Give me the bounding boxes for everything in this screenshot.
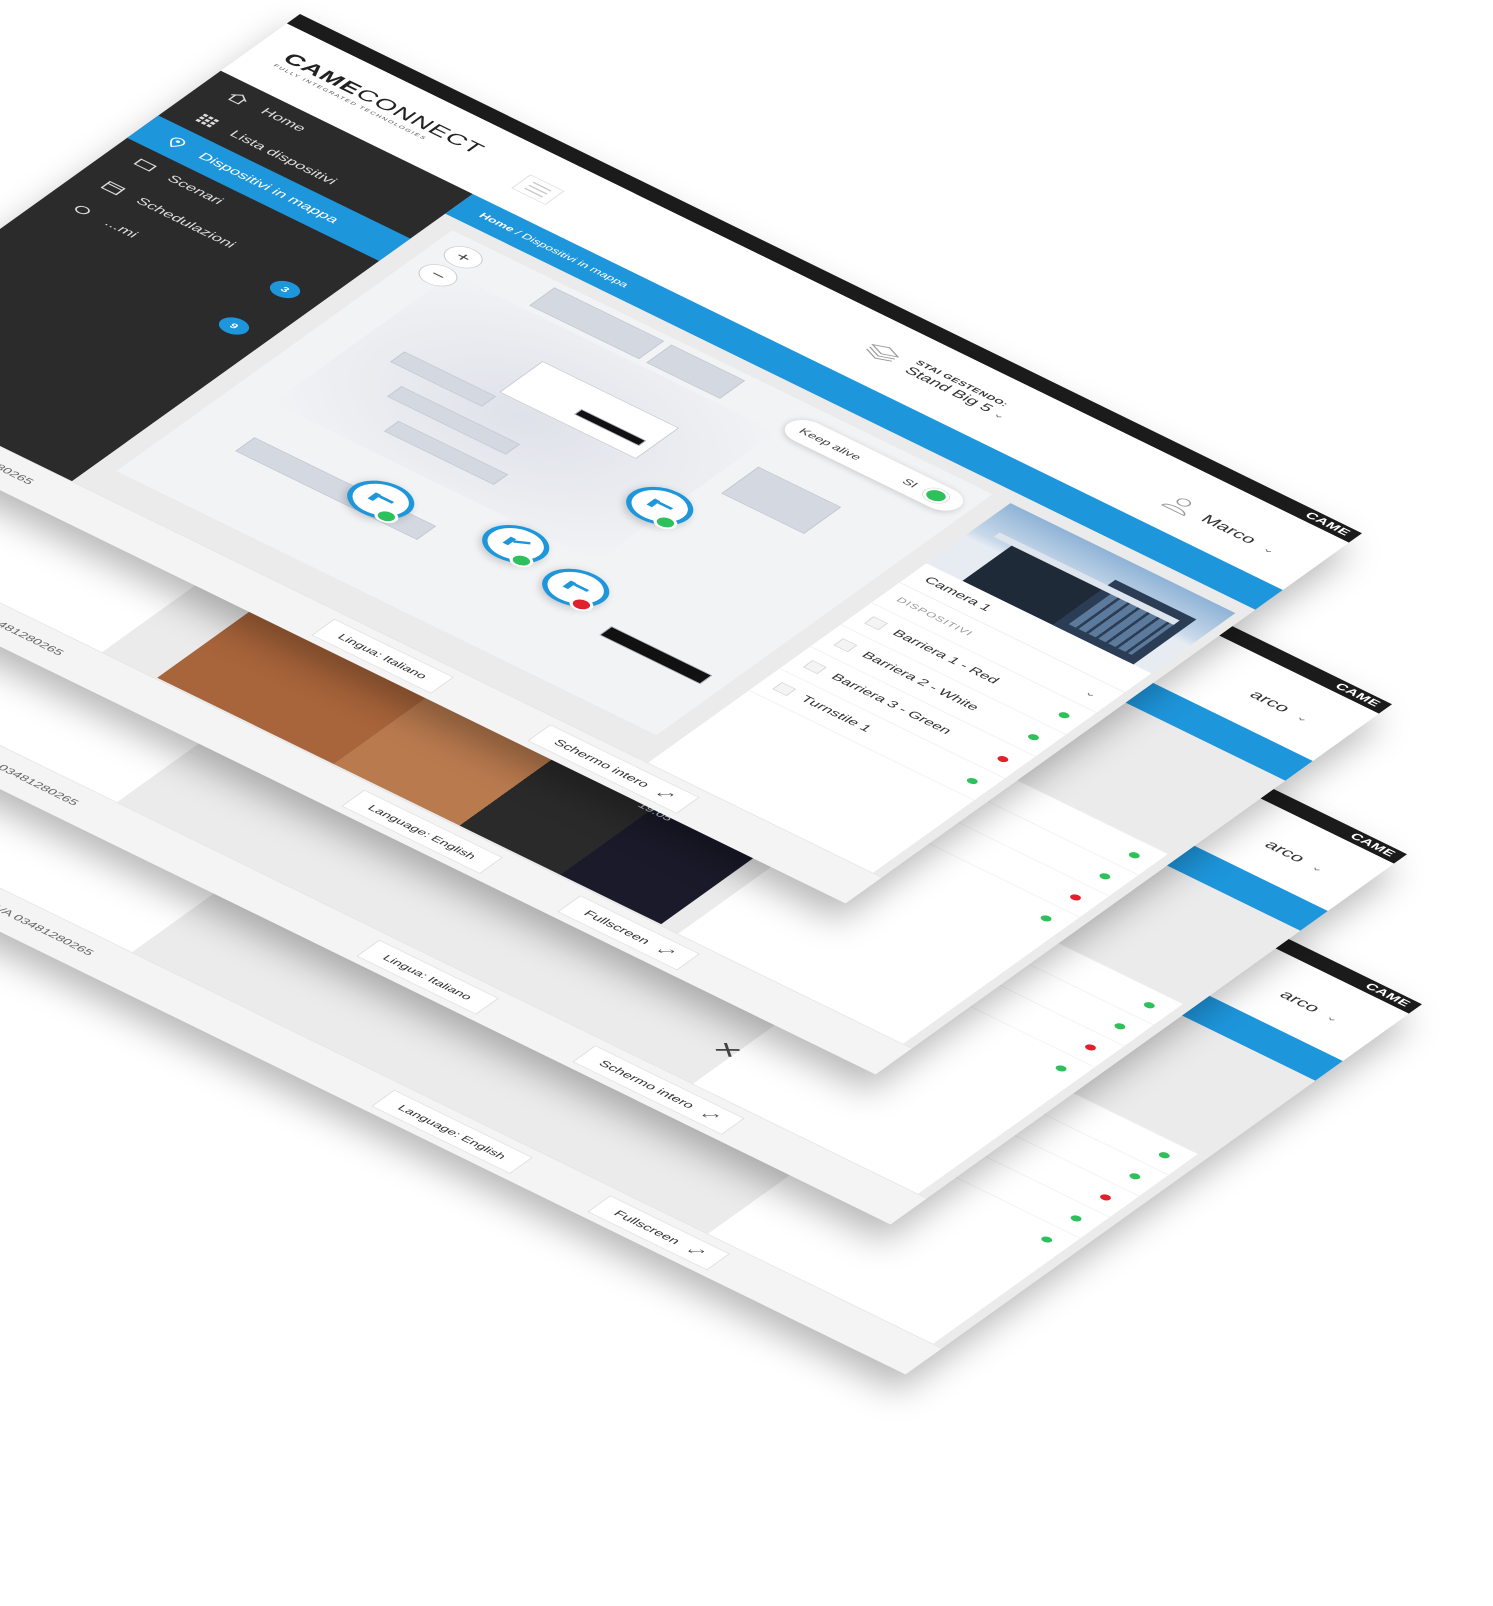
keep-alive-label: Keep alive [796,426,865,462]
status-dot [1068,1214,1084,1223]
user-name: arco [1245,688,1294,715]
chevron-down-icon: ⌄ [1323,1011,1344,1025]
status-dot [564,594,598,614]
status-dot [1056,710,1072,720]
menu-toggle-button[interactable] [511,174,565,205]
device-checkbox[interactable] [864,616,888,631]
chevron-down-icon: ⌄ [1259,543,1280,556]
expand-icon: ⤢ [654,788,676,801]
barrier-icon [496,533,536,556]
stacked-screens-stage: CAME arco ⌄ ...ts reserved - P.IVA 03481… [0,0,1493,1606]
status-dot [1126,850,1142,860]
chevron-down-icon: ⌄ [1308,861,1329,875]
map-furniture [721,466,842,534]
user-name: Marco [1197,512,1261,547]
device-checkbox[interactable] [833,638,858,653]
user-menu[interactable]: arco ⌄ [1275,988,1345,1025]
keep-alive-value: SI [899,476,921,490]
expand-icon: ⤢ [699,1109,721,1122]
status-dot [1097,871,1113,881]
status-dot [1083,1043,1098,1052]
barrier-device-pin[interactable] [529,560,623,615]
barrier-icon [556,576,596,599]
copyright-text: ...ts reserved - P.IVA 03481280265 [0,556,67,658]
device-checkbox[interactable] [802,660,827,675]
layers-icon [858,339,907,367]
expand-icon: ⤢ [655,944,677,958]
status-dot [1053,1064,1069,1073]
status-dot [504,551,538,571]
status-dot [648,512,682,533]
notification-badge[interactable]: 9 [213,313,255,339]
status-dot [1026,732,1041,742]
chevron-down-icon: ⌄ [1082,687,1104,700]
status-dot [1127,1171,1143,1181]
barrier-icon [640,494,680,517]
user-name: arco [1260,838,1309,865]
user-icon [1155,491,1203,519]
status-dot [918,485,954,507]
status-dot [1068,893,1083,902]
map-pin-icon [160,133,193,152]
grid-icon [191,111,224,130]
calendar-icon [97,178,130,197]
chevron-down-icon: ⌄ [1293,711,1314,725]
status-dot [1141,1000,1157,1010]
status-dot [1156,1150,1172,1160]
status-dot [995,754,1011,764]
breadcrumb-home-link[interactable]: Home [476,211,518,233]
chevron-down-icon: ⌄ [990,408,1011,421]
device-checkbox[interactable] [772,682,797,697]
user-name: arco [1275,988,1324,1015]
barrier-icon [361,488,401,511]
map-screen [599,626,713,685]
user-menu[interactable]: arco ⌄ [1260,838,1330,875]
status-dot [1098,1193,1113,1202]
home-icon [222,89,255,108]
user-menu[interactable]: arco ⌄ [1245,688,1315,725]
keep-alive-state: SI [897,475,954,507]
generic-icon [66,200,99,219]
status-dot [1038,914,1054,923]
expand-icon: ⤢ [685,1244,707,1258]
copyright-text: ...ts reserved - P.IVA 03481280265 [0,856,97,958]
sidebar-item-label: ...mi [101,217,142,240]
screen-icon [128,156,161,175]
status-dot [964,776,980,786]
copyright-text: ...ts reserved - P.IVA 03481280265 [0,706,82,808]
status-dot [1112,1021,1128,1031]
status-dot [1039,1235,1055,1244]
